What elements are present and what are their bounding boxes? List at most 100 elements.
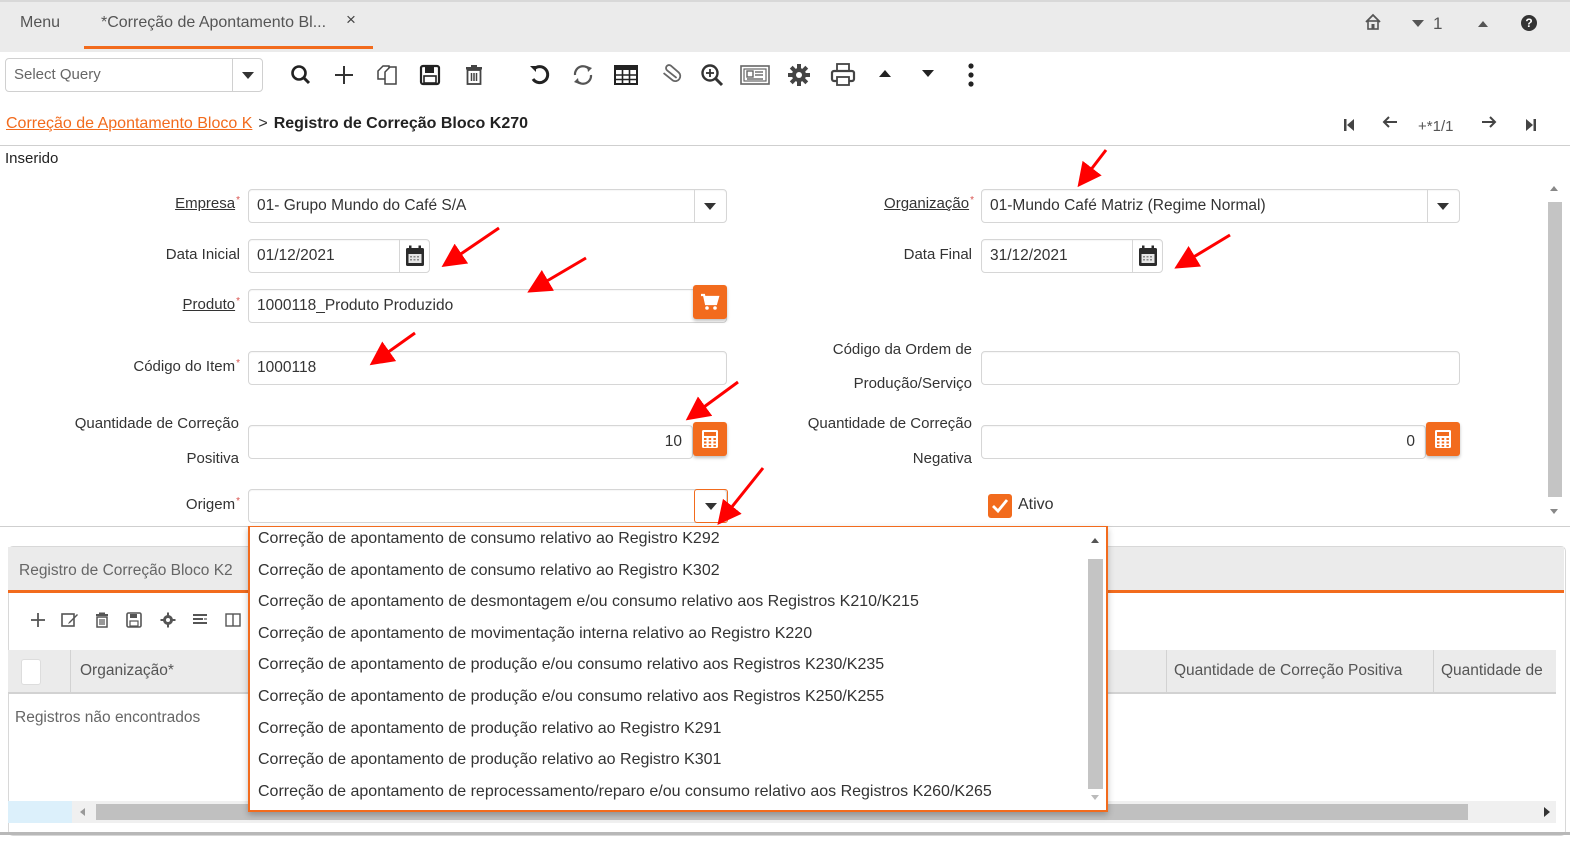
origem-option[interactable]: Correção de apontamento de produção e/ou… bbox=[258, 656, 884, 674]
origem-label-text: Origem bbox=[185, 496, 236, 513]
scroll-down-icon[interactable] bbox=[1091, 795, 1099, 800]
search-icon[interactable] bbox=[286, 60, 316, 90]
data-final-input[interactable]: 31/12/2021 bbox=[981, 239, 1163, 273]
column-header-organizacao[interactable]: Organização* bbox=[80, 662, 174, 680]
qtd-positiva-label-line2: Positiva bbox=[186, 450, 239, 467]
caret-up-icon[interactable] bbox=[1478, 21, 1488, 27]
scroll-up-icon[interactable] bbox=[1091, 538, 1099, 543]
ativo-checkbox[interactable] bbox=[988, 494, 1012, 518]
calculator-button-negativa[interactable] bbox=[1426, 422, 1460, 456]
save-icon[interactable] bbox=[415, 60, 445, 90]
scroll-right-icon[interactable] bbox=[1544, 807, 1550, 817]
grid-columns-icon[interactable] bbox=[225, 613, 241, 631]
scroll-left-icon[interactable] bbox=[80, 808, 85, 816]
attachment-icon[interactable] bbox=[655, 60, 685, 90]
annotation-arrow bbox=[1174, 233, 1231, 269]
origem-options-list[interactable]: Correção de apontamento de consumo relat… bbox=[248, 526, 1108, 812]
next-record-icon[interactable] bbox=[1481, 114, 1497, 135]
zoom-in-icon[interactable] bbox=[697, 60, 727, 90]
refresh-icon[interactable] bbox=[568, 60, 598, 90]
help-icon[interactable]: ? bbox=[1521, 15, 1537, 31]
more-vertical-icon[interactable] bbox=[968, 63, 974, 91]
column-header-qtd-negativa[interactable]: Quantidade de bbox=[1441, 662, 1543, 680]
qtd-negativa-label-line2: Negativa bbox=[912, 450, 972, 467]
first-record-icon[interactable] bbox=[1343, 118, 1355, 136]
form-scrollbar[interactable] bbox=[1544, 180, 1564, 523]
origem-option[interactable]: Correção de apontamento de desmontagem e… bbox=[258, 593, 919, 611]
breadcrumb-parent-link[interactable]: Correção de Apontamento Bloco K bbox=[6, 115, 252, 132]
annotation-arrow bbox=[1077, 149, 1108, 188]
origem-option[interactable]: Correção de apontamento de movimentação … bbox=[258, 625, 812, 643]
calendar-icon[interactable] bbox=[399, 240, 429, 272]
undo-icon[interactable] bbox=[525, 60, 555, 90]
previous-record-icon[interactable] bbox=[1382, 114, 1398, 135]
cart-icon bbox=[701, 293, 720, 310]
settings-icon[interactable] bbox=[784, 60, 814, 90]
grid-save-icon[interactable] bbox=[126, 612, 142, 632]
add-icon[interactable] bbox=[329, 60, 359, 90]
origem-option[interactable]: Correção de apontamento de consumo relat… bbox=[258, 530, 720, 548]
codigo-item-label: Código do Item* bbox=[60, 358, 240, 375]
caret-down-icon[interactable] bbox=[1412, 20, 1424, 27]
breadcrumb-separator: > bbox=[258, 115, 268, 132]
data-inicial-input[interactable]: 01/12/2021 bbox=[248, 239, 430, 273]
organizacao-dropdown[interactable]: 01-Mundo Café Matriz (Regime Normal) bbox=[981, 189, 1460, 223]
home-icon[interactable] bbox=[1364, 13, 1382, 36]
qtd-negativa-input[interactable]: 0 bbox=[981, 425, 1426, 459]
calculator-button-positiva[interactable] bbox=[693, 422, 727, 456]
codigo-item-input[interactable]: 1000118 bbox=[248, 351, 727, 385]
options-scrollbar[interactable] bbox=[1086, 529, 1104, 807]
tab-correcao-apontamento[interactable]: *Correção de Apontamento Bl... bbox=[101, 14, 326, 32]
empresa-dropdown[interactable]: 01- Grupo Mundo do Café S/A bbox=[248, 189, 727, 223]
origem-option[interactable]: Correção de apontamento de consumo relat… bbox=[258, 562, 720, 580]
report-icon[interactable] bbox=[740, 60, 770, 90]
origem-option[interactable]: Correção de apontamento de produção rela… bbox=[258, 720, 721, 738]
divider bbox=[1427, 190, 1428, 222]
origem-dropdown[interactable] bbox=[248, 489, 728, 523]
grid-delete-icon[interactable] bbox=[95, 612, 109, 632]
grid-tab-registro-correcao[interactable]: Registro de Correção Bloco K2 bbox=[19, 562, 233, 580]
grid-icon[interactable] bbox=[611, 60, 641, 90]
scrollbar-thumb[interactable] bbox=[1088, 559, 1103, 789]
origem-option[interactable]: Correção de apontamento de reprocessamen… bbox=[258, 783, 992, 801]
empresa-label: Empresa* bbox=[60, 195, 240, 212]
grid-filter-icon[interactable] bbox=[192, 613, 208, 631]
origem-option[interactable]: Correção de apontamento de produção rela… bbox=[258, 751, 721, 769]
origem-dropdown-toggle[interactable] bbox=[694, 489, 728, 523]
produto-label-text[interactable]: Produto bbox=[183, 296, 236, 313]
required-marker: * bbox=[236, 296, 240, 307]
scroll-down-icon[interactable] bbox=[1550, 509, 1558, 514]
close-tab-icon[interactable]: × bbox=[346, 10, 356, 30]
scrollbar-thumb[interactable] bbox=[1548, 202, 1562, 497]
calendar-icon[interactable] bbox=[1132, 240, 1162, 272]
caret-up-icon[interactable] bbox=[879, 70, 891, 77]
origem-option[interactable]: Correção de apontamento de produção e/ou… bbox=[258, 688, 884, 706]
tab-menu[interactable]: Menu bbox=[20, 14, 60, 32]
select-query-dropdown[interactable]: Select Query bbox=[5, 58, 263, 92]
product-lookup-button[interactable] bbox=[693, 285, 727, 319]
grid-edit-icon[interactable] bbox=[61, 612, 79, 632]
chevron-down-icon bbox=[705, 503, 717, 510]
last-record-icon[interactable] bbox=[1525, 118, 1537, 136]
organizacao-label-text[interactable]: Organização bbox=[884, 195, 969, 212]
chevron-down-icon[interactable] bbox=[704, 203, 716, 210]
delete-icon[interactable] bbox=[459, 60, 489, 90]
chevron-down-icon[interactable] bbox=[1437, 203, 1449, 210]
select-all-checkbox[interactable] bbox=[21, 659, 41, 685]
empresa-value: 01- Grupo Mundo do Café S/A bbox=[257, 197, 467, 214]
column-header-qtd-positiva[interactable]: Quantidade de Correção Positiva bbox=[1174, 662, 1402, 680]
divider bbox=[232, 59, 233, 91]
codigo-ordem-input[interactable] bbox=[981, 351, 1460, 385]
ativo-label: Ativo bbox=[1018, 496, 1054, 513]
scroll-up-icon[interactable] bbox=[1550, 186, 1558, 191]
grid-settings-icon[interactable] bbox=[160, 612, 176, 632]
qtd-positiva-input[interactable]: 10 bbox=[248, 425, 693, 459]
empresa-label-text[interactable]: Empresa bbox=[175, 195, 235, 212]
produto-input[interactable]: 1000118_Produto Produzido bbox=[248, 289, 727, 323]
print-icon[interactable] bbox=[828, 60, 858, 90]
chevron-down-icon[interactable] bbox=[242, 72, 254, 79]
caret-down-icon[interactable] bbox=[922, 70, 934, 77]
grid-add-icon[interactable] bbox=[30, 612, 46, 632]
checkmark-icon bbox=[992, 499, 1009, 514]
copy-icon[interactable] bbox=[372, 60, 402, 90]
